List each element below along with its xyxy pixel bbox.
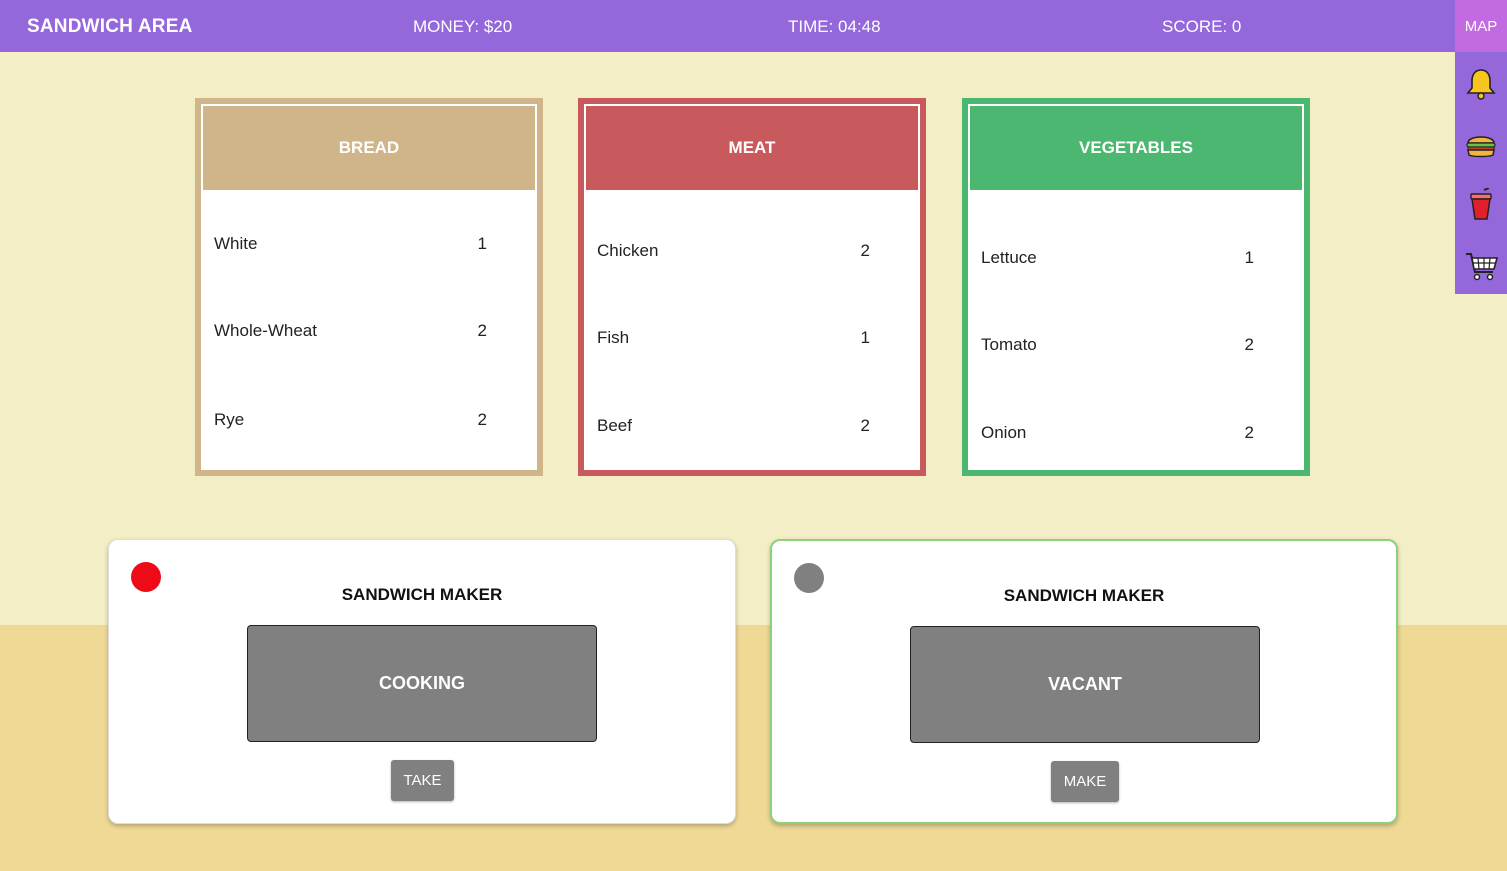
maker-title: SANDWICH MAKER [1003,586,1165,605]
ingredient-name: White [214,234,258,253]
ingredient-row[interactable]: Lettuce 1 [981,248,1264,268]
ingredient-quantity: 2 [477,321,487,340]
ingredient-name: Onion [981,423,1027,442]
ingredient-name: Tomato [981,335,1037,354]
maker-status-display: VACANT [910,626,1260,743]
ingredient-quantity: 1 [1244,248,1254,267]
map-button[interactable]: MAP [1455,0,1507,52]
ingredient-name: Chicken [597,241,659,260]
maker-status-display: COOKING [247,625,597,742]
drink-cup-icon[interactable] [1465,187,1497,220]
ingredient-name: Beef [597,416,632,435]
maker-title: SANDWICH MAKER [341,585,503,604]
ingredient-name: Rye [214,410,245,429]
score-display: SCORE: 0 [1162,17,1242,36]
time-display: TIME: 04:48 [788,17,881,36]
bread-bin: BREAD White 1 Whole-Wheat 2 Rye 2 [195,98,543,476]
top-bar: SANDWICH AREA MONEY: $20 TIME: 04:48 SCO… [0,0,1456,52]
bin-header: BREAD [203,106,535,190]
ingredient-quantity: 2 [860,241,870,260]
area-title: SANDWICH AREA [27,16,193,37]
ingredient-quantity: 2 [1244,335,1254,354]
ingredient-row[interactable]: White 1 [214,234,497,254]
bin-header: MEAT [586,106,918,190]
money-display: MONEY: $20 [413,17,513,36]
ingredient-quantity: 1 [477,234,487,253]
ingredient-row[interactable]: Onion 2 [981,423,1264,443]
ingredient-quantity: 1 [860,328,870,347]
take-button[interactable]: TAKE [391,760,454,801]
ingredient-quantity: 2 [1244,423,1254,442]
ingredient-quantity: 2 [477,410,487,429]
bin-header: VEGETABLES [970,106,1302,190]
ingredient-quantity: 2 [860,416,870,435]
ingredient-row[interactable]: Rye 2 [214,410,497,430]
bell-icon[interactable] [1465,67,1497,100]
sandwich-icon[interactable] [1465,129,1497,161]
sandwich-maker-1: SANDWICH MAKER COOKING TAKE [108,539,736,824]
ingredient-row[interactable]: Tomato 2 [981,335,1264,355]
side-nav: MAP [1455,0,1507,294]
shopping-cart-icon[interactable] [1465,250,1499,282]
ingredient-name: Fish [597,328,630,347]
make-button[interactable]: MAKE [1051,761,1119,802]
vegetables-bin: VEGETABLES Lettuce 1 Tomato 2 Onion 2 [962,98,1310,476]
meat-bin: MEAT Chicken 2 Fish 1 Beef 2 [578,98,926,476]
sandwich-maker-2: SANDWICH MAKER VACANT MAKE [770,539,1398,824]
ingredient-name: Lettuce [981,248,1037,267]
ingredient-row[interactable]: Fish 1 [597,328,880,348]
ingredient-row[interactable]: Chicken 2 [597,241,880,261]
ingredient-row[interactable]: Whole-Wheat 2 [214,321,497,341]
ingredient-row[interactable]: Beef 2 [597,416,880,436]
ingredient-name: Whole-Wheat [214,321,317,340]
